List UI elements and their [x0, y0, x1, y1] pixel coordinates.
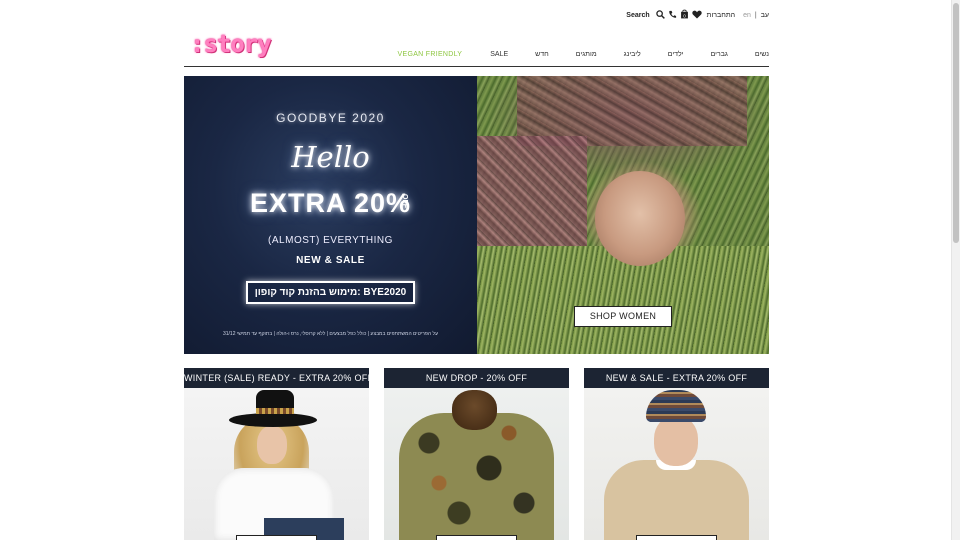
nav-item-new[interactable]: חדש	[535, 51, 549, 58]
photo-beanie	[646, 390, 706, 422]
tile-title[interactable]: NEW DROP - 20% OFF	[384, 368, 569, 388]
utility-bar: Search 0 התחברות en | עב	[626, 7, 769, 23]
nav-item-men[interactable]: גברים	[711, 51, 728, 58]
promo-almost-text: (ALMOST) EVERYTHING	[268, 235, 393, 246]
promo-extra-text: EXTRA 20%	[249, 188, 412, 218]
shopping-bag-icon[interactable]: 0	[680, 9, 689, 21]
promo-goodbye-text: GOODBYE 2020	[276, 111, 385, 125]
tile-shop-button[interactable]	[436, 535, 517, 540]
lang-separator: |	[754, 11, 757, 19]
nav-item-vegan-friendly[interactable]: VEGAN FRIENDLY	[398, 51, 463, 58]
shop-women-button[interactable]: SHOP WOMEN	[574, 306, 672, 327]
page-scrollbar[interactable]	[951, 0, 960, 540]
tile-shop-button[interactable]	[236, 535, 317, 540]
photo-jacket	[399, 413, 554, 540]
photo-face	[257, 426, 287, 464]
promo-tile-new-drop[interactable]: NEW DROP - 20% OFF	[384, 368, 569, 540]
lang-en-link[interactable]: en	[743, 12, 751, 19]
promo-hello-text: Hello	[291, 140, 370, 174]
photo-head	[452, 390, 497, 430]
promo-new-sale-text: NEW & SALE	[296, 255, 365, 266]
tile-photo-woman-hat[interactable]	[184, 388, 369, 540]
nav-divider	[184, 66, 769, 67]
scrollbar-thumb[interactable]	[953, 3, 959, 243]
tile-shop-button[interactable]	[636, 535, 717, 540]
hero-banner[interactable]: GOODBYE 2020 Hello EXTRA 20% OFF (ALMOST…	[184, 76, 769, 354]
tile-photo-man-beanie[interactable]	[584, 388, 769, 540]
photo-face	[654, 416, 698, 466]
login-link[interactable]: התחברות	[707, 12, 735, 19]
hero-photo-woman-in-grass[interactable]: SHOP WOMEN	[477, 76, 769, 354]
promo-tile-new-and-sale[interactable]: NEW & SALE - EXTRA 20% OFF	[584, 368, 769, 540]
nav-item-brands[interactable]: מותגים	[576, 51, 597, 58]
search-icon[interactable]	[655, 9, 665, 21]
photo-hat-crown	[256, 390, 294, 420]
nav-item-kids[interactable]: ילדים	[668, 51, 684, 58]
main-nav: VEGAN FRIENDLY SALE חדש מותגים ליבינג יל…	[398, 48, 769, 60]
nav-item-sale[interactable]: SALE	[490, 51, 508, 58]
lang-he-link[interactable]: עב	[761, 12, 769, 19]
promo-panel[interactable]: GOODBYE 2020 Hello EXTRA 20% OFF (ALMOST…	[184, 76, 477, 354]
promo-tile-winter-sale[interactable]: WINTER (SALE) READY - EXTRA 20% OFF	[184, 368, 369, 540]
story-logo[interactable]: :story	[190, 30, 272, 58]
nav-item-living[interactable]: ליבינג	[624, 51, 641, 58]
photo-face	[595, 171, 685, 266]
photo-hat-band	[256, 408, 294, 414]
photo-sweater	[604, 460, 749, 540]
nav-item-women[interactable]: נשים	[755, 51, 769, 58]
promo-off-text: OFF	[401, 194, 408, 208]
promo-fine-print: על הפריטים המשתתפים במבצע | כולל כפל מבצ…	[222, 331, 439, 337]
heart-icon[interactable]	[691, 10, 702, 21]
tile-photo-camo-jacket[interactable]	[384, 388, 569, 540]
tile-title[interactable]: NEW & SALE - EXTRA 20% OFF	[584, 368, 769, 388]
search-label[interactable]: Search	[626, 12, 649, 19]
coupon-code-box: מימוש בהזנת קוד קופון: BYE2020	[246, 281, 415, 304]
phone-icon[interactable]	[668, 10, 677, 21]
tile-title[interactable]: WINTER (SALE) READY - EXTRA 20% OFF	[184, 368, 369, 388]
